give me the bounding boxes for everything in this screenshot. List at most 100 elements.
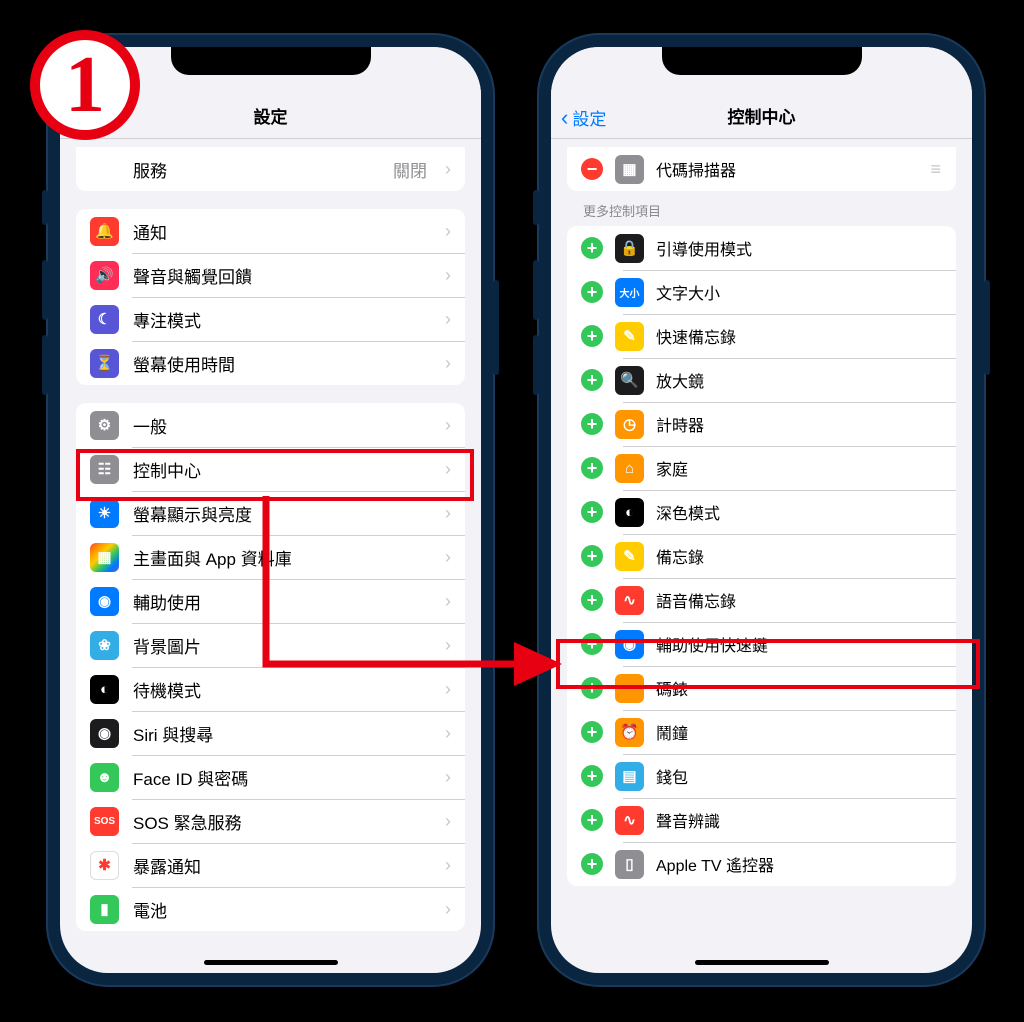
control-row[interactable]: +∿語音備忘錄 [567,578,956,622]
quicknote-icon: ✎ [615,322,644,351]
add-button[interactable]: + [581,325,603,347]
settings-content[interactable]: 服務 關閉 › 🔔通知›🔊聲音與觸覺回饋›☾專注模式›⏳螢幕使用時間› ⚙一般›… [60,147,481,931]
row-label: 鬧鐘 [656,720,942,744]
settings-row[interactable]: 🔊聲音與觸覺回饋› [76,253,465,297]
add-button[interactable]: + [581,809,603,831]
row-label: 聲音與觸覺回饋 [133,263,431,288]
settings-row[interactable]: ☻Face ID 與密碼› [76,755,465,799]
add-button[interactable]: + [581,589,603,611]
notch [171,47,371,75]
row-label: 家庭 [656,456,942,480]
row-label: 快速備忘錄 [656,324,942,348]
control-row[interactable]: +✎備忘錄 [567,534,956,578]
control-row[interactable]: +🔍放大鏡 [567,358,956,402]
magnifier-icon: 🔍 [615,366,644,395]
control-row[interactable]: + ✎ 快速備忘錄 [567,314,956,358]
control-row[interactable]: +◐深色模式 [567,490,956,534]
add-button[interactable]: + [581,633,603,655]
screen-left: 設定 服務 關閉 › 🔔通知›🔊聲音與觸覺回饋›☾專注模式›⏳螢幕使用時間› ⚙… [60,47,481,973]
add-button[interactable]: + [581,281,603,303]
phone-frame-right: ‹ 設定 控制中心 −▦代碼掃描器≡ 更多控制項目 +🔒引導使用模式+大小文字大… [539,35,984,985]
phone-frame-left: 設定 服務 關閉 › 🔔通知›🔊聲音與觸覺回饋›☾專注模式›⏳螢幕使用時間› ⚙… [48,35,493,985]
volume-down-button [42,335,48,395]
row-label: Face ID 與密碼 [133,765,431,790]
settings-row[interactable]: ◉輔助使用› [76,579,465,623]
standby-icon: ◐ [90,675,119,704]
chevron-right-icon: › [445,415,451,436]
control-row[interactable]: +◔碼錶 [567,666,956,710]
home-icon: ⌂ [615,454,644,483]
add-button[interactable]: + [581,501,603,523]
add-button[interactable]: + [581,721,603,743]
control-row[interactable]: + ⌂ 家庭 [567,446,956,490]
switches-icon: ☷ [90,455,119,484]
control-center-content[interactable]: −▦代碼掃描器≡ 更多控制項目 +🔒引導使用模式+大小文字大小+✎快速備忘錄+🔍… [551,147,972,886]
add-button[interactable]: + [581,369,603,391]
row-label: 備忘錄 [656,544,942,568]
drag-handle-icon[interactable]: ≡ [930,159,942,180]
control-row[interactable]: −▦代碼掃描器≡ [567,147,956,191]
row-label: 一般 [133,413,431,438]
row-label: 服務 [133,157,379,182]
moon-icon: ☾ [90,305,119,334]
control-row[interactable]: +▤錢包 [567,754,956,798]
chevron-right-icon: › [445,503,451,524]
control-row[interactable]: +∿聲音辨識 [567,798,956,842]
silence-switch [533,190,539,225]
timer-icon: ◷ [615,410,644,439]
control-row[interactable]: +▯Apple TV 遙控器 [567,842,956,886]
grid-icon: ▦ [90,543,119,572]
chevron-right-icon: › [445,159,451,180]
row-label: 專注模式 [133,307,431,332]
home-indicator[interactable] [695,960,829,965]
back-button[interactable]: ‹ 設定 [561,105,606,130]
annotation-step-badge: 1 [30,30,140,140]
row-value: 關閉 [393,157,427,182]
settings-row[interactable]: ✱暴露通知› [76,843,465,887]
control-row[interactable]: +◉輔助使用快速鍵 [567,622,956,666]
add-button[interactable]: + [581,853,603,875]
control-row[interactable]: + ◷ 計時器 [567,402,956,446]
settings-row[interactable]: ☾專注模式› [76,297,465,341]
settings-row[interactable]: ☀螢幕顯示與亮度› [76,491,465,535]
chevron-right-icon: › [445,723,451,744]
settings-group-2: ⚙一般›☷控制中心›☀螢幕顯示與亮度›▦主畫面與 App 資料庫›◉輔助使用›❀… [76,403,465,931]
chevron-right-icon: › [445,767,451,788]
settings-row[interactable]: ⚙一般› [76,403,465,447]
settings-row[interactable]: 🔔通知› [76,209,465,253]
settings-row[interactable]: ⏳螢幕使用時間› [76,341,465,385]
page-title: 設定 [254,103,288,128]
add-button[interactable]: + [581,545,603,567]
control-row[interactable]: +🔒引導使用模式 [567,226,956,270]
included-controls-group: −▦代碼掃描器≡ [567,147,956,191]
control-row[interactable]: +⏰鬧鐘 [567,710,956,754]
row-label: 待機模式 [133,677,431,702]
darkmode-icon: ◐ [615,498,644,527]
settings-row[interactable]: ❀背景圖片› [76,623,465,667]
remote-icon: ▯ [615,850,644,879]
settings-row[interactable]: ▮電池› [76,887,465,931]
add-button[interactable]: + [581,457,603,479]
settings-row[interactable]: ◉Siri 與搜尋› [76,711,465,755]
text-size-icon: 大小 [615,278,644,307]
row-label: 電池 [133,897,431,922]
home-indicator[interactable] [204,960,338,965]
settings-row[interactable]: ◐待機模式› [76,667,465,711]
add-button[interactable]: + [581,765,603,787]
settings-row[interactable]: ☷控制中心› [76,447,465,491]
add-button[interactable]: + [581,413,603,435]
chevron-right-icon: › [445,899,451,920]
row-label: 暴露通知 [133,853,431,878]
row-label: 計時器 [656,412,942,436]
settings-row-service[interactable]: 服務 關閉 › [76,147,465,191]
settings-row[interactable]: ▦主畫面與 App 資料庫› [76,535,465,579]
control-row[interactable]: + 大小文字大小 [567,270,956,314]
settings-row[interactable]: SOSSOS 緊急服務› [76,799,465,843]
row-label: 文字大小 [656,280,942,304]
add-button[interactable]: + [581,677,603,699]
add-button[interactable]: + [581,237,603,259]
row-label: 螢幕使用時間 [133,351,431,376]
speaker-icon: 🔊 [90,261,119,290]
settings-group-partial: 服務 關閉 › [76,147,465,191]
remove-button[interactable]: − [581,158,603,180]
